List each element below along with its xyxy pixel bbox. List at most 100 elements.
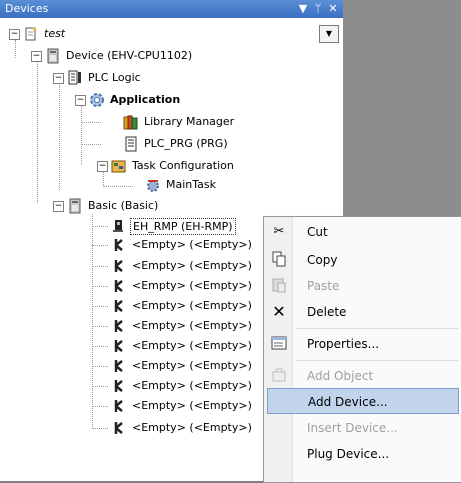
empty-slot-icon (111, 358, 127, 374)
empty-slot-label: <Empty> (<Empty>) (132, 319, 252, 332)
collapse-toggle[interactable]: − (75, 95, 86, 106)
tree-node-basic[interactable]: Basic (Basic) (67, 197, 160, 215)
tree-line (81, 122, 101, 123)
menu-item-paste[interactable]: Paste (266, 273, 460, 299)
tree-node-empty-slot[interactable]: <Empty> (<Empty>) (111, 357, 254, 375)
gear-icon (89, 92, 105, 108)
tree-node-main-task[interactable]: MainTask (145, 176, 218, 194)
menu-item-cut[interactable]: ✂ Cut (266, 219, 460, 245)
empty-slot-icon (111, 298, 127, 314)
device-icon (67, 198, 83, 214)
tree-line (92, 306, 108, 307)
device-label: Device (EHV-CPU1102) (66, 49, 193, 62)
tree-node-empty-slot[interactable]: <Empty> (<Empty>) (111, 277, 254, 295)
tree-node-task-configuration[interactable]: Task Configuration (111, 157, 236, 175)
close-icon[interactable]: ✕ (326, 1, 340, 16)
tree-node-plc-logic[interactable]: PLC Logic (67, 69, 143, 87)
collapse-toggle[interactable]: − (9, 29, 20, 40)
dropdown-arrow-icon[interactable]: ▼ (296, 1, 310, 16)
application-label: Application (110, 93, 181, 106)
tree-node-empty-slot[interactable]: <Empty> (<Empty>) (111, 377, 254, 395)
tree-line (92, 286, 108, 287)
empty-slot-label: <Empty> (<Empty>) (132, 379, 252, 392)
task-gear-icon (145, 177, 161, 193)
empty-slot-icon (111, 318, 127, 334)
menu-item-label: Add Object (307, 369, 374, 383)
menu-separator (296, 360, 458, 361)
menu-item-label: Paste (307, 279, 340, 293)
properties-icon (270, 335, 288, 353)
tree-line (103, 186, 133, 187)
tree-node-empty-slot[interactable]: <Empty> (<Empty>) (111, 419, 254, 437)
tree-line (92, 266, 108, 267)
program-icon (123, 136, 139, 152)
empty-slot-icon (111, 237, 127, 253)
tree-line (92, 326, 108, 327)
tree-node-device[interactable]: Device (EHV-CPU1102) (45, 47, 194, 65)
empty-slot-icon (111, 338, 127, 354)
menu-item-properties[interactable]: Properties... (266, 331, 460, 357)
menu-item-plug-device[interactable]: Plug Device... (266, 441, 460, 467)
empty-slot-label: <Empty> (<Empty>) (132, 359, 252, 372)
device-icon (45, 48, 61, 64)
pin-icon[interactable]: ᛘ (311, 1, 325, 16)
collapse-toggle[interactable]: − (97, 161, 108, 172)
menu-separator (296, 328, 458, 329)
module-slot-icon (111, 218, 127, 234)
tree-line (81, 100, 82, 165)
tree-node-empty-slot[interactable]: <Empty> (<Empty>) (111, 297, 254, 315)
menu-item-label: Delete (307, 305, 347, 319)
tree-line (92, 245, 108, 246)
tree-node-library-manager[interactable]: Library Manager (123, 113, 236, 131)
menu-item-label: Cut (307, 225, 328, 239)
empty-slot-icon (111, 378, 127, 394)
add-object-icon (270, 367, 288, 385)
tree-line (92, 428, 108, 429)
tree-line (59, 80, 60, 190)
project-label: test (44, 27, 66, 40)
tree-node-plc-prg[interactable]: PLC_PRG (PRG) (123, 135, 230, 153)
menu-item-add-object[interactable]: Add Object (266, 363, 460, 389)
basic-label: Basic (Basic) (88, 199, 159, 212)
empty-slot-label: <Empty> (<Empty>) (132, 339, 252, 352)
collapse-toggle[interactable]: − (31, 51, 42, 62)
library-manager-label: Library Manager (144, 115, 235, 128)
tree-line (37, 58, 38, 203)
menu-item-label: Properties... (307, 337, 380, 351)
tree-line (15, 40, 16, 58)
tree-line (92, 346, 108, 347)
empty-slot-label: <Empty> (<Empty>) (132, 299, 252, 312)
tree-node-eh-rmp[interactable]: EH_RMP (EH-RMP) (111, 217, 236, 235)
menu-item-copy[interactable]: Copy (266, 247, 460, 273)
menu-item-add-device[interactable]: Add Device... (267, 388, 459, 414)
tree-node-empty-slot[interactable]: <Empty> (<Empty>) (111, 236, 254, 254)
tree-node-empty-slot[interactable]: <Empty> (<Empty>) (111, 337, 254, 355)
tree-line (92, 226, 108, 227)
tree-node-empty-slot[interactable]: <Empty> (<Empty>) (111, 257, 254, 275)
empty-slot-icon (111, 258, 127, 274)
tree-node-project[interactable]: test (23, 25, 67, 43)
collapse-toggle[interactable]: − (53, 201, 64, 212)
empty-slot-icon (111, 398, 127, 414)
panel-dropdown-button[interactable]: ▼ (319, 25, 339, 43)
library-books-icon (123, 114, 139, 130)
tree-node-empty-slot[interactable]: <Empty> (<Empty>) (111, 317, 254, 335)
tree-line (81, 144, 101, 145)
tree-line (92, 386, 108, 387)
tree-node-empty-slot[interactable]: <Empty> (<Empty>) (111, 397, 254, 415)
menu-item-delete[interactable]: ✕ Delete (266, 299, 460, 325)
plc-logic-icon (67, 70, 83, 86)
collapse-toggle[interactable]: − (53, 73, 64, 84)
empty-slot-icon (111, 278, 127, 294)
menu-item-insert-device[interactable]: Insert Device... (266, 415, 460, 441)
empty-slot-label: <Empty> (<Empty>) (132, 421, 252, 434)
tree-node-application[interactable]: Application (89, 91, 182, 109)
context-menu: ✂ Cut Copy Paste ✕ Delete Properties... … (263, 216, 461, 483)
project-icon (23, 26, 39, 42)
copy-icon (270, 251, 288, 269)
main-task-label: MainTask (166, 178, 216, 191)
plc-logic-label: PLC Logic (88, 71, 141, 84)
empty-slot-label: <Empty> (<Empty>) (132, 238, 252, 251)
task-configuration-icon (111, 158, 127, 174)
devices-title-bar: Devices ▼ ᛘ ✕ (0, 0, 343, 18)
